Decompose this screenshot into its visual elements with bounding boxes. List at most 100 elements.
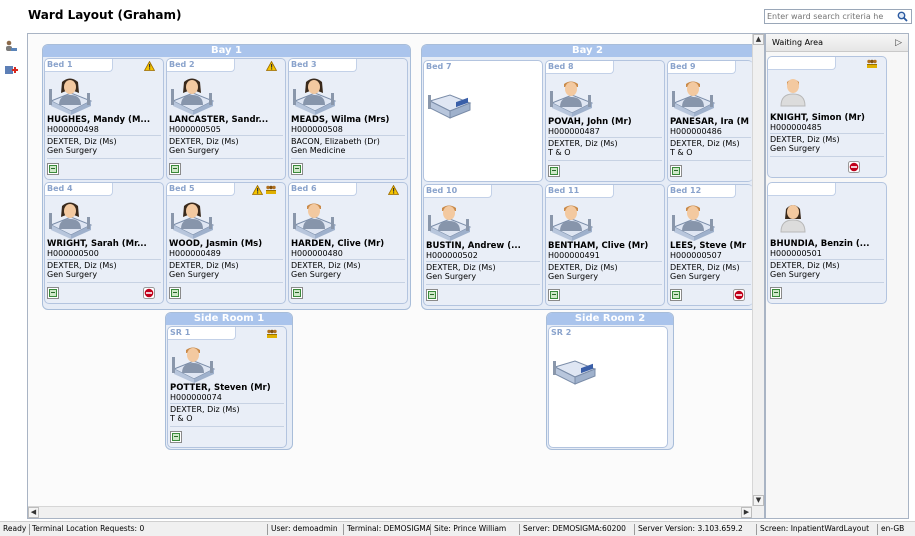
patient-hospital-id: H000000508 (291, 125, 343, 134)
notes-icon[interactable] (670, 289, 682, 301)
empty-bed-card[interactable]: Bed 7 (423, 60, 543, 182)
stop-icon[interactable] (848, 161, 860, 173)
specialty: T & O (670, 148, 693, 157)
bed-card[interactable]: Bed 5 WOOD, Jasmin (Ms) H000000489 DEXTER, … (166, 182, 286, 304)
notes-icon[interactable] (426, 289, 438, 301)
scroll-left-button[interactable]: ◀ (28, 507, 39, 518)
alert-icon[interactable] (265, 60, 278, 73)
divider (670, 160, 751, 161)
specialty: Gen Surgery (770, 270, 821, 279)
bed-card[interactable]: Bed 6 HARDEN, Clive (Mr) H000000480 DEXTER,… (288, 182, 408, 304)
notes-icon[interactable] (47, 287, 59, 299)
bed-flags (143, 60, 156, 73)
bed-card[interactable]: Bed 8 POVAH, John (Mr) H000000487 DEXTER, D… (545, 60, 665, 182)
add-patient-icon[interactable] (3, 62, 19, 78)
patient-hospital-id: H000000502 (426, 251, 478, 260)
bed-label: Bed 7 (426, 62, 452, 71)
notes-icon[interactable] (548, 289, 560, 301)
specialty: T & O (170, 414, 193, 423)
divider (426, 261, 540, 262)
divider (169, 259, 283, 260)
expand-arrow-icon[interactable]: ▷ (895, 34, 902, 52)
stop-icon[interactable] (733, 289, 745, 301)
people-icon[interactable] (3, 38, 19, 54)
bed-card[interactable]: Bed 1 HUGHES, Mandy (M... H000000498 DEXTER… (44, 58, 164, 180)
notes-icon[interactable] (170, 431, 182, 443)
patient-name[interactable]: HARDEN, Clive (Mr) (291, 239, 407, 249)
alert-icon[interactable] (143, 60, 156, 73)
patient-name[interactable]: BUSTIN, Andrew (... (426, 241, 542, 251)
ward-search[interactable] (764, 9, 912, 24)
patient-name[interactable]: PANESAR, Ira (M (670, 117, 753, 127)
notes-icon[interactable] (47, 163, 59, 175)
waiting-area-label: Waiting Area (772, 38, 823, 47)
notes-icon[interactable] (770, 287, 782, 299)
notes-icon[interactable] (291, 287, 303, 299)
patient-avatar-icon (169, 199, 215, 239)
divider (670, 137, 751, 138)
patient-name[interactable]: LEES, Steve (Mr (670, 241, 753, 251)
specialty: Gen Surgery (291, 270, 342, 279)
consultant: DEXTER, Diz (Ms) (770, 261, 840, 270)
patient-name[interactable]: BENTHAM, Clive (Mr) (548, 241, 664, 251)
patient-name[interactable]: WRIGHT, Sarah (Mr... (47, 239, 163, 249)
notes-icon[interactable] (548, 165, 560, 177)
bed-card[interactable]: Bed 3 MEADS, Wilma (Mrs) H000000508 BACON, … (288, 58, 408, 180)
consultant: DEXTER, Diz (Ms) (670, 139, 740, 148)
bed-card[interactable]: Bed 2 LANCASTER, Sandr... H000000505 DEXTER… (166, 58, 286, 180)
status-site: Site: Prince William (434, 524, 507, 533)
patient-hospital-id: H000000505 (169, 125, 221, 134)
bed-card[interactable]: Bed 11 BENTHAM, Clive (Mr) H000000491 DEXTE… (545, 184, 665, 306)
patient-name[interactable]: POTTER, Steven (Mr) (170, 383, 286, 393)
patient-name[interactable]: LANCASTER, Sandr... (169, 115, 285, 125)
notes-icon[interactable] (169, 163, 181, 175)
bed-card[interactable]: SR 1 POTTER, Steven (Mr) H000000074 DEXTER,… (167, 326, 287, 448)
empty-bed-card[interactable]: SR 2 (548, 326, 668, 448)
patient-hospital-id: H000000498 (47, 125, 99, 134)
patient-hospital-id: H000000074 (170, 393, 222, 402)
alert-icon[interactable] (251, 184, 264, 197)
specialty: Gen Surgery (670, 272, 721, 281)
notes-icon[interactable] (169, 287, 181, 299)
notes-icon[interactable] (291, 163, 303, 175)
patient-name[interactable]: MEADS, Wilma (Mrs) (291, 115, 407, 125)
bed-card[interactable]: Bed 9 PANESAR, Ira (M H000000486 DEXTER, Di… (667, 60, 753, 182)
bed-label: Bed 11 (546, 185, 614, 198)
bed-card[interactable]: Bed 10 BUSTIN, Andrew (... H000000502 DEXTE… (423, 184, 543, 306)
scroll-right-button[interactable]: ▶ (741, 507, 752, 518)
consultant: DEXTER, Diz (Ms) (426, 263, 496, 272)
waiting-area-header[interactable]: Waiting Area ▷ (766, 34, 908, 52)
status-ready: Ready (3, 524, 27, 533)
divider (291, 135, 405, 136)
search-icon[interactable] (895, 10, 909, 23)
divider (169, 135, 283, 136)
divider (169, 282, 283, 283)
patient-name[interactable]: WOOD, Jasmin (Ms) (169, 239, 285, 249)
bed-label: SR 2 (551, 328, 572, 337)
group-icon[interactable] (265, 185, 277, 197)
search-input[interactable] (765, 12, 895, 21)
group-icon[interactable] (866, 59, 878, 71)
bed-label: SR 1 (168, 327, 236, 340)
group-icon[interactable] (266, 329, 278, 341)
stop-icon[interactable] (143, 287, 155, 299)
divider (47, 259, 161, 260)
bed-card[interactable]: KNIGHT, Simon (Mr) H000000485 DEXTER, Diz … (767, 56, 887, 178)
horizontal-scrollbar[interactable]: ◀ ▶ (28, 506, 752, 518)
patient-name[interactable]: POVAH, John (Mr) (548, 117, 664, 127)
empty-bed-icon (551, 357, 597, 397)
bed-label (768, 57, 836, 70)
notes-icon[interactable] (670, 165, 682, 177)
scroll-up-button[interactable]: ▲ (753, 34, 764, 45)
vertical-scrollbar[interactable]: ▲ ▼ (752, 34, 764, 506)
patient-name[interactable]: BHUNDIA, Benzin (... (770, 239, 886, 249)
patient-name[interactable]: KNIGHT, Simon (Mr) (770, 113, 886, 123)
divider (770, 259, 884, 260)
scroll-down-button[interactable]: ▼ (753, 495, 764, 506)
bed-card[interactable]: Bed 12 LEES, Steve (Mr H000000507 DEXTER, D… (667, 184, 753, 306)
consultant: DEXTER, Diz (Ms) (670, 263, 740, 272)
bed-card[interactable]: Bed 4 WRIGHT, Sarah (Mr... H000000500 DEXTE… (44, 182, 164, 304)
bed-card[interactable]: BHUNDIA, Benzin (... H000000501 DEXTER, Di… (767, 182, 887, 304)
patient-name[interactable]: HUGHES, Mandy (M... (47, 115, 163, 125)
alert-icon[interactable] (387, 184, 400, 197)
